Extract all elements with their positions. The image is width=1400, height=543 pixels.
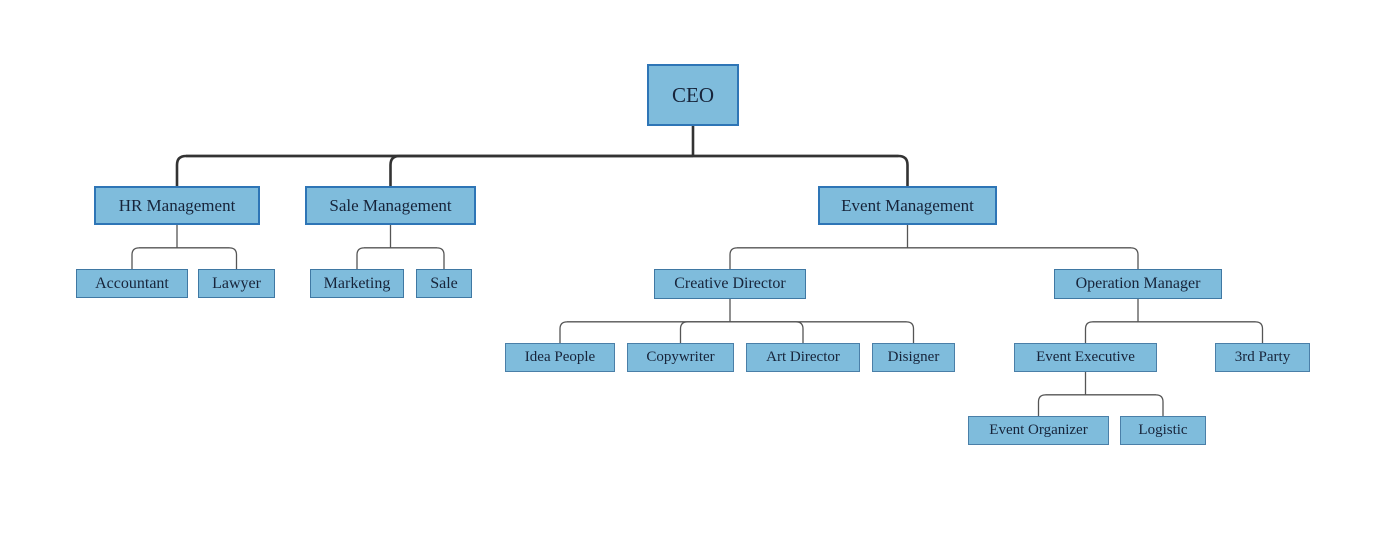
org-node-ideapeople[interactable]: Idea People xyxy=(505,343,615,372)
connector-ceo-eventman xyxy=(693,154,909,186)
org-node-thirdparty[interactable]: 3rd Party xyxy=(1215,343,1310,372)
org-node-label: Lawyer xyxy=(212,274,261,292)
org-node-logistic[interactable]: Logistic xyxy=(1120,416,1206,445)
connector-saleman-marketing xyxy=(356,247,391,269)
org-node-label: Marketing xyxy=(323,274,391,292)
connector-creative-ideapeople xyxy=(559,321,730,343)
connector-creative-copywriter xyxy=(679,321,730,343)
org-node-hr[interactable]: HR Management xyxy=(94,186,260,225)
connector-creative-disigner xyxy=(730,321,915,343)
org-node-label: Event Organizer xyxy=(989,422,1088,438)
connector-ceo-hr xyxy=(175,154,693,186)
org-node-artdirector[interactable]: Art Director xyxy=(746,343,860,372)
org-node-copywriter[interactable]: Copywriter xyxy=(627,343,734,372)
connector-ceo-saleman xyxy=(389,154,693,186)
org-node-lawyer[interactable]: Lawyer xyxy=(198,269,275,298)
org-node-label: Copywriter xyxy=(646,349,715,365)
org-node-label: Idea People xyxy=(524,349,596,365)
org-node-saleman[interactable]: Sale Management xyxy=(305,186,476,225)
org-node-label: Accountant xyxy=(95,274,169,292)
org-node-operation[interactable]: Operation Manager xyxy=(1054,269,1222,299)
org-node-ceo[interactable]: CEO xyxy=(647,64,739,126)
connector-eventexec-eventorg xyxy=(1037,394,1086,416)
connector-saleman-sale xyxy=(390,247,445,269)
org-node-label: Sale Management xyxy=(329,196,452,215)
connector-operation-eventexec xyxy=(1084,321,1138,343)
org-node-eventexec[interactable]: Event Executive xyxy=(1014,343,1157,372)
org-node-label: Event Management xyxy=(841,196,974,215)
org-node-eventman[interactable]: Event Management xyxy=(818,186,997,225)
org-node-label: CEO xyxy=(672,82,714,107)
org-node-label: Sale xyxy=(430,274,458,292)
org-node-marketing[interactable]: Marketing xyxy=(310,269,404,298)
org-node-label: Event Executive xyxy=(1036,349,1135,365)
connector-eventman-operation xyxy=(907,247,1139,269)
connector-creative-artdirector xyxy=(730,321,804,343)
org-node-label: HR Management xyxy=(118,196,236,215)
org-node-accountant[interactable]: Accountant xyxy=(76,269,188,298)
org-node-sale[interactable]: Sale xyxy=(416,269,472,298)
org-node-eventorg[interactable]: Event Organizer xyxy=(968,416,1109,445)
org-node-label: 3rd Party xyxy=(1234,349,1291,365)
connector-hr-accountant xyxy=(131,247,177,269)
connector-hr-lawyer xyxy=(177,247,238,269)
org-node-label: Logistic xyxy=(1138,422,1188,438)
connector-eventexec-logistic xyxy=(1085,394,1164,416)
org-node-creative[interactable]: Creative Director xyxy=(654,269,806,299)
org-chart: CEO HR Management Sale Management Event Man… xyxy=(0,0,1400,543)
org-node-label: Disigner xyxy=(887,349,940,365)
connector-eventman-creative xyxy=(729,247,908,269)
org-node-disigner[interactable]: Disigner xyxy=(872,343,955,372)
org-node-label: Creative Director xyxy=(674,275,786,292)
org-node-label: Art Director xyxy=(766,349,840,365)
org-node-label: Operation Manager xyxy=(1075,275,1201,292)
connector-operation-thirdparty xyxy=(1138,321,1264,343)
